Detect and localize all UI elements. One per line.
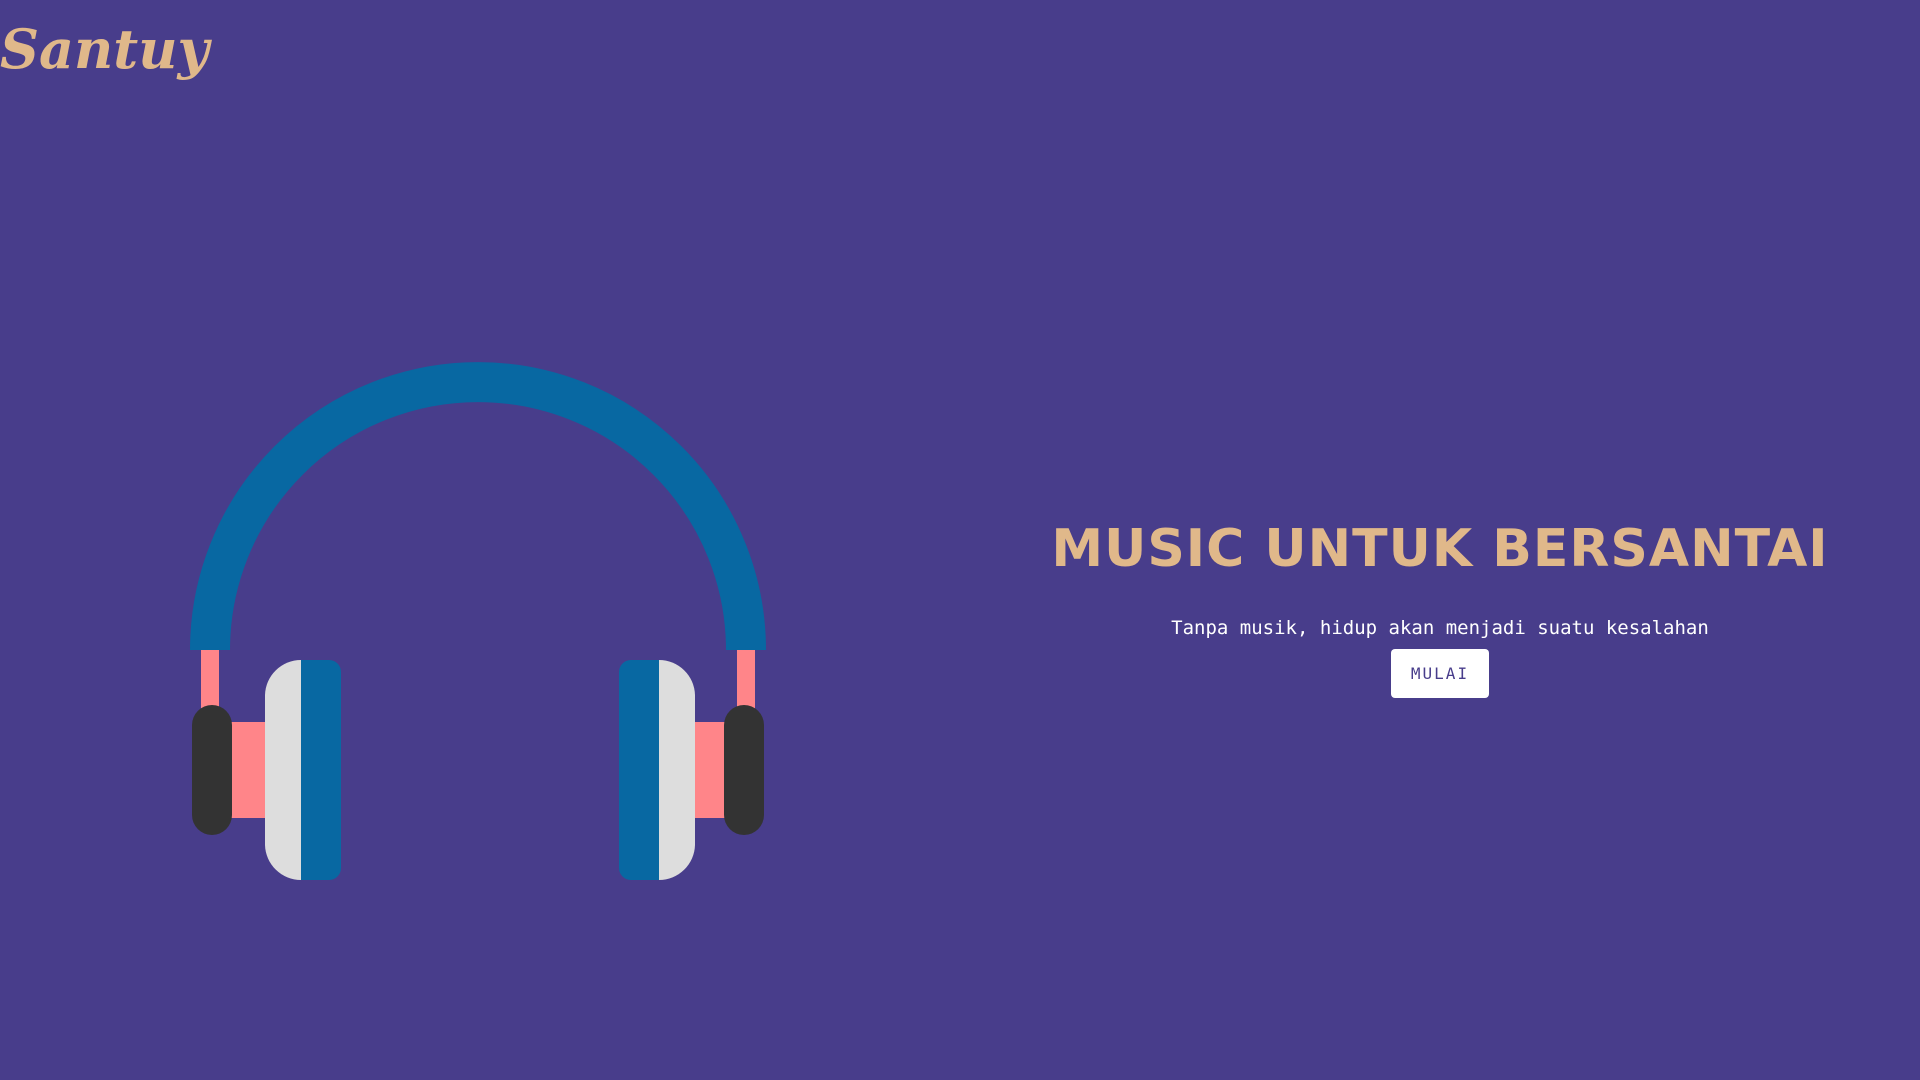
hero-section: MUSIC UNTUK BERSANTAI Tanpa musik, hidup…: [1040, 520, 1840, 698]
left-cushion-light: [265, 660, 301, 880]
right-cushion-light: [659, 660, 695, 880]
right-connector-stick: [737, 650, 755, 710]
landing-page: Santuy MUSIC UNTUK BERSANTAI Tanpa musik…: [0, 0, 1920, 1080]
hero-title: MUSIC UNTUK BERSANTAI: [1051, 519, 1829, 579]
left-outer-cup: [192, 705, 232, 835]
right-outer-cup: [724, 705, 764, 835]
hero-tagline: Tanpa musik, hidup akan menjadi suatu ke…: [1171, 617, 1709, 639]
headband: [190, 362, 766, 651]
start-button[interactable]: MULAI: [1391, 649, 1489, 698]
headphones-icon: [190, 362, 766, 880]
brand-logo[interactable]: Santuy: [0, 14, 209, 84]
left-cushion-blue: [301, 660, 341, 880]
left-connector-stick: [201, 650, 219, 710]
headphones-illustration: [180, 330, 780, 890]
right-cushion-blue: [619, 660, 659, 880]
